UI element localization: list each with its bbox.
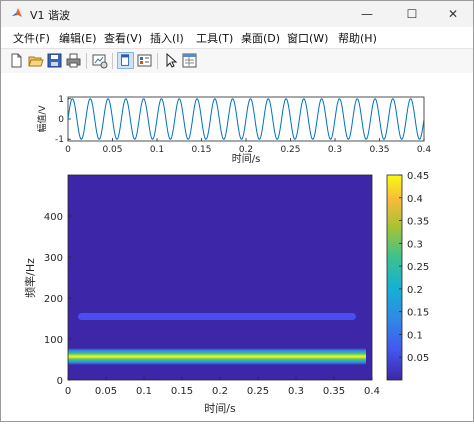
signal-y-tick-label: -1 (55, 135, 64, 145)
spectrogram-x-tick-label: 0.2 (212, 386, 228, 397)
signal-axes: 0 0.05 0.1 0.15 0.2 0.25 0.3 0.35 0.4 10-1 时间/s … (36, 95, 431, 165)
spectrogram-x-tick-label: 0 (65, 386, 71, 397)
spectrogram-y-tick-label: 200 (44, 294, 63, 305)
colorbar-tick-label: 0.15 (407, 308, 429, 319)
menu-view[interactable]: 查看(V) (104, 30, 142, 46)
figure-toolbar (1, 48, 473, 74)
figure-plots: 0 0.05 0.1 0.15 0.2 0.25 0.3 0.35 0.4 10-1 时间/s … (23, 95, 431, 415)
signal-x-tick-label: 0.15 (191, 145, 211, 155)
figure-canvas: 0 0.05 0.1 0.15 0.2 0.25 0.3 0.35 0.4 1 0 -1 时间/s … (1, 73, 473, 421)
spectrogram-y-ticks: 400 300 200 100 0 (44, 212, 71, 387)
colorbar-tick-label: 0.35 (407, 217, 429, 228)
spectrogram-y-tick-label: 100 (44, 335, 63, 346)
matlab-logo-icon (12, 8, 22, 17)
menu-window[interactable]: 窗口(W) (287, 30, 328, 46)
colorbar-tick-label: 0.3 (407, 239, 423, 250)
title-bar: V1 谐波 — ☐ ✕ (1, 1, 473, 27)
spectrogram-axes: 0 0.05 0.1 0.15 0.2 0.25 0.3 0.35 0.4 400 300 200 1… (23, 174, 380, 415)
toolbar-separator (112, 53, 113, 69)
link-plot-icon[interactable] (91, 52, 108, 69)
menu-file[interactable]: 文件(F) (13, 30, 50, 46)
spectrogram-x-tick-label: 0.3 (288, 386, 304, 397)
signal-x-tick-label: 0.4 (417, 145, 432, 155)
figure-window: V1 谐波 — ☐ ✕ 文件(F) 编辑(E) 查看(V) 插入(I) 工具(T… (0, 0, 474, 422)
spectrogram-x-tick-label: 0.35 (323, 386, 345, 397)
spectrogram-y-tick-label: 400 (44, 212, 63, 223)
colorbar-gradient (386, 174, 403, 381)
menu-edit[interactable]: 编辑(E) (59, 30, 97, 46)
menu-help[interactable]: 帮助(H) (338, 30, 377, 46)
signal-y-label: 幅值/V (36, 105, 48, 133)
colorbar-tick-label: 0.05 (407, 353, 429, 364)
signal-x-tick-label: 0.35 (369, 145, 389, 155)
property-inspector-icon[interactable] (181, 52, 198, 69)
colorbar-tick-label: 0.4 (407, 194, 423, 205)
pointer-edit-icon[interactable] (162, 52, 179, 69)
signal-x-label: 时间/s (232, 152, 261, 165)
menu-tools[interactable]: 工具(T) (196, 30, 233, 46)
colorbar-tick-label: 0.45 (407, 171, 429, 182)
print-icon[interactable] (65, 52, 82, 69)
maximize-button[interactable]: ☐ (398, 5, 426, 23)
spectrogram-x-tick-label: 0.1 (136, 386, 152, 397)
spectrogram-x-tick-label: 0.05 (95, 386, 117, 397)
spectrogram-x-tick-label: 0.25 (247, 386, 269, 397)
signal-y-tick-label: 1 (58, 95, 64, 105)
save-icon[interactable] (46, 52, 63, 69)
band-50hz (68, 348, 366, 365)
dock-figure-icon[interactable] (117, 52, 134, 69)
toolbar-separator (86, 53, 87, 69)
band-150hz (78, 313, 356, 320)
spectrogram-y-tick-label: 300 (44, 253, 63, 264)
menu-bar: 文件(F) 编辑(E) 查看(V) 插入(I) 工具(T) 桌面(D) 窗口(W… (1, 27, 473, 47)
colorbar-tick-label: 0.1 (407, 330, 423, 341)
spectrogram-x-tick-label: 0.15 (171, 386, 193, 397)
signal-x-tick-label: 0.1 (150, 145, 164, 155)
new-figure-icon[interactable] (8, 52, 25, 69)
spectrogram-x-tick-label: 0.4 (364, 386, 380, 397)
insert-colorbar-icon[interactable] (136, 52, 153, 69)
menu-insert[interactable]: 插入(I) (150, 30, 184, 46)
spectrogram-y-label: 频率/Hz (23, 258, 37, 298)
menu-desktop[interactable]: 桌面(D) (241, 30, 280, 46)
open-file-icon[interactable] (27, 52, 44, 69)
colorbar-tick-label: 0.2 (407, 285, 423, 296)
toolbar-separator (157, 53, 158, 69)
colorbar-ticks: 0.45 0.4 0.35 0.3 0.25 0.2 0.15 0.1 0.05 (399, 171, 429, 364)
signal-x-tick-label: 0.05 (102, 145, 122, 155)
colorbar: 0.45 0.4 0.35 0.3 0.25 0.2 0.15 0.1 0.05 (386, 171, 429, 381)
window-title: V1 谐波 (30, 9, 71, 22)
spectrogram-y-tick-label: 0 (57, 376, 63, 387)
colorbar-tick-label: 0.25 (407, 262, 429, 273)
signal-y-tick-label: 0 (58, 115, 64, 125)
signal-x-tick-label: 0 (65, 145, 71, 155)
spectrogram-x-label: 时间/s (204, 402, 236, 415)
minimize-button[interactable]: — (353, 5, 381, 23)
signal-x-tick-label: 0.25 (280, 145, 300, 155)
close-button[interactable]: ✕ (439, 5, 467, 23)
signal-x-tick-label: 0.3 (328, 145, 342, 155)
